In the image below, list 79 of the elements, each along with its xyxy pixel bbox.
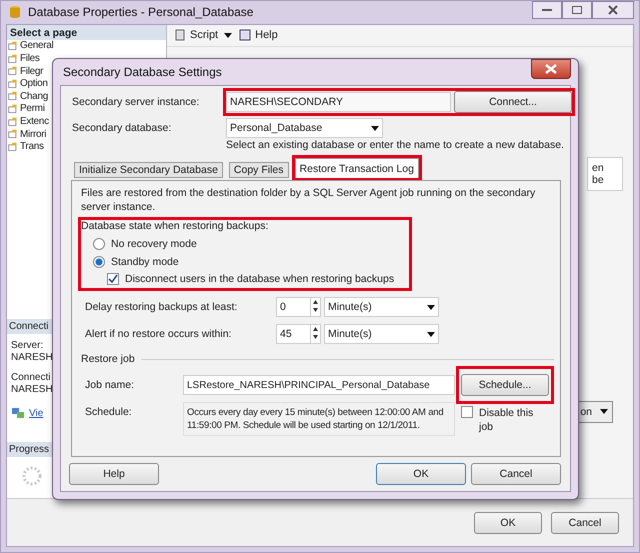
tab[interactable]: Restore Transaction Log bbox=[294, 158, 419, 178]
sidebar-item[interactable]: Trans bbox=[7, 140, 44, 153]
up-arrow-icon bbox=[311, 325, 320, 333]
schedule-button[interactable]: Schedule... bbox=[461, 374, 549, 396]
minimize-button[interactable] bbox=[532, 1, 562, 19]
database-icon bbox=[8, 5, 22, 20]
dropdown-arrow-icon bbox=[371, 126, 379, 130]
secondary-database-label: Secondary database: bbox=[72, 122, 172, 134]
close-button[interactable] bbox=[531, 59, 571, 79]
unit-combo[interactable]: Minute(s) bbox=[324, 297, 439, 317]
number-spinner[interactable]: 45 bbox=[276, 324, 321, 344]
sidebar-item[interactable]: Option bbox=[7, 77, 48, 90]
up-arrow-icon bbox=[311, 298, 320, 306]
cancel-button[interactable]: Cancel bbox=[471, 463, 561, 485]
server-instance-field[interactable]: NARESH\SECONDARY bbox=[226, 92, 451, 112]
tab[interactable]: Initialize Secondary Database bbox=[74, 162, 223, 178]
connection-value: NARESH bbox=[10, 384, 53, 396]
sidebar-item[interactable]: Files bbox=[7, 52, 40, 65]
server-value: NARESH bbox=[10, 352, 53, 364]
spinner-icon bbox=[21, 465, 43, 487]
job-name-label: Job name: bbox=[85, 379, 136, 391]
schedule-text: Occurs every day every 15 minute(s) between 12:00:00 AM and 11:59:00 PM. Schedule will be used starting on 12/1/2011. bbox=[183, 402, 455, 436]
network-icon bbox=[11, 406, 25, 420]
help-button[interactable]: Help bbox=[238, 28, 278, 42]
description-text: en bbox=[592, 162, 604, 174]
server-label: Server: bbox=[10, 340, 44, 352]
ok-button[interactable]: OK bbox=[474, 512, 542, 534]
help-button[interactable]: Help bbox=[69, 463, 159, 485]
checkbox[interactable] bbox=[107, 273, 119, 285]
script-icon bbox=[173, 28, 187, 42]
sidebar-item[interactable]: Chang bbox=[7, 90, 48, 103]
checkmark-icon bbox=[108, 274, 118, 284]
close-icon bbox=[608, 5, 618, 15]
maximize-button[interactable] bbox=[562, 1, 592, 19]
sidebar-item[interactable]: Extenc bbox=[7, 115, 49, 128]
close-button[interactable] bbox=[592, 1, 634, 19]
radio-button[interactable] bbox=[93, 256, 105, 268]
sidebar-heading: Select a page bbox=[7, 24, 166, 40]
dropdown-arrow-icon bbox=[600, 409, 608, 414]
dropdown-arrow-icon bbox=[427, 332, 435, 336]
window-title: Database Properties - Personal_Database bbox=[28, 5, 254, 20]
dialog-title: Secondary Database Settings bbox=[63, 65, 222, 79]
radio-button[interactable] bbox=[93, 238, 105, 250]
ok-button[interactable]: OK bbox=[376, 463, 466, 485]
dropdown-arrow-icon bbox=[427, 304, 435, 310]
maximize-icon bbox=[572, 6, 582, 14]
radio-option[interactable]: Standby mode bbox=[93, 256, 409, 268]
down-arrow-icon bbox=[311, 306, 320, 314]
group-legend: Restore job bbox=[81, 353, 135, 365]
database-hint: Select an existing database or enter the name to create a new database. bbox=[226, 139, 564, 151]
sidebar-item[interactable]: Filegr bbox=[7, 64, 44, 78]
secondary-database-combo[interactable]: Personal_Database bbox=[226, 118, 383, 138]
disable-job-checkbox[interactable]: Disable this job bbox=[461, 406, 541, 434]
sidebar-item[interactable]: Permi bbox=[7, 102, 45, 116]
job-name-field[interactable]: LSRestore_NARESH\PRINCIPAL_Personal_Database bbox=[183, 375, 455, 395]
radio-option[interactable]: No recovery mode bbox=[93, 238, 409, 250]
cancel-button[interactable]: Cancel bbox=[551, 512, 619, 534]
tab[interactable]: Copy Files bbox=[228, 162, 289, 178]
sidebar-item[interactable]: General bbox=[7, 40, 54, 52]
view-link[interactable]: Vie bbox=[29, 408, 44, 418]
checkbox[interactable] bbox=[461, 406, 473, 418]
connect-button[interactable]: Connect... bbox=[454, 91, 572, 113]
connection-label: Connecti bbox=[10, 372, 50, 384]
number-spinner[interactable]: 0 bbox=[276, 297, 321, 317]
help-icon bbox=[238, 28, 252, 42]
schedule-label: Schedule: bbox=[85, 406, 133, 418]
script-button[interactable]: Script bbox=[173, 28, 218, 42]
setting-label: Delay restoring backups at least: bbox=[85, 301, 238, 313]
description-text: be bbox=[592, 174, 604, 186]
unit-combo[interactable]: Minute(s) bbox=[324, 324, 439, 344]
disconnect-checkbox[interactable]: Disconnect users in the database when restoring backups bbox=[107, 273, 409, 285]
group-label: Database state when restoring backups: bbox=[81, 220, 270, 232]
server-instance-label: Secondary server instance: bbox=[71, 96, 200, 108]
dropdown-arrow-icon bbox=[224, 32, 232, 38]
description-text: Files are restored from the destination folder by a SQL Server Agent job running on the secondary server instance. bbox=[81, 186, 536, 214]
sidebar-item[interactable]: Mirrori bbox=[7, 128, 46, 140]
minimize-icon bbox=[542, 8, 552, 12]
close-icon bbox=[545, 64, 557, 74]
down-arrow-icon bbox=[311, 333, 320, 341]
